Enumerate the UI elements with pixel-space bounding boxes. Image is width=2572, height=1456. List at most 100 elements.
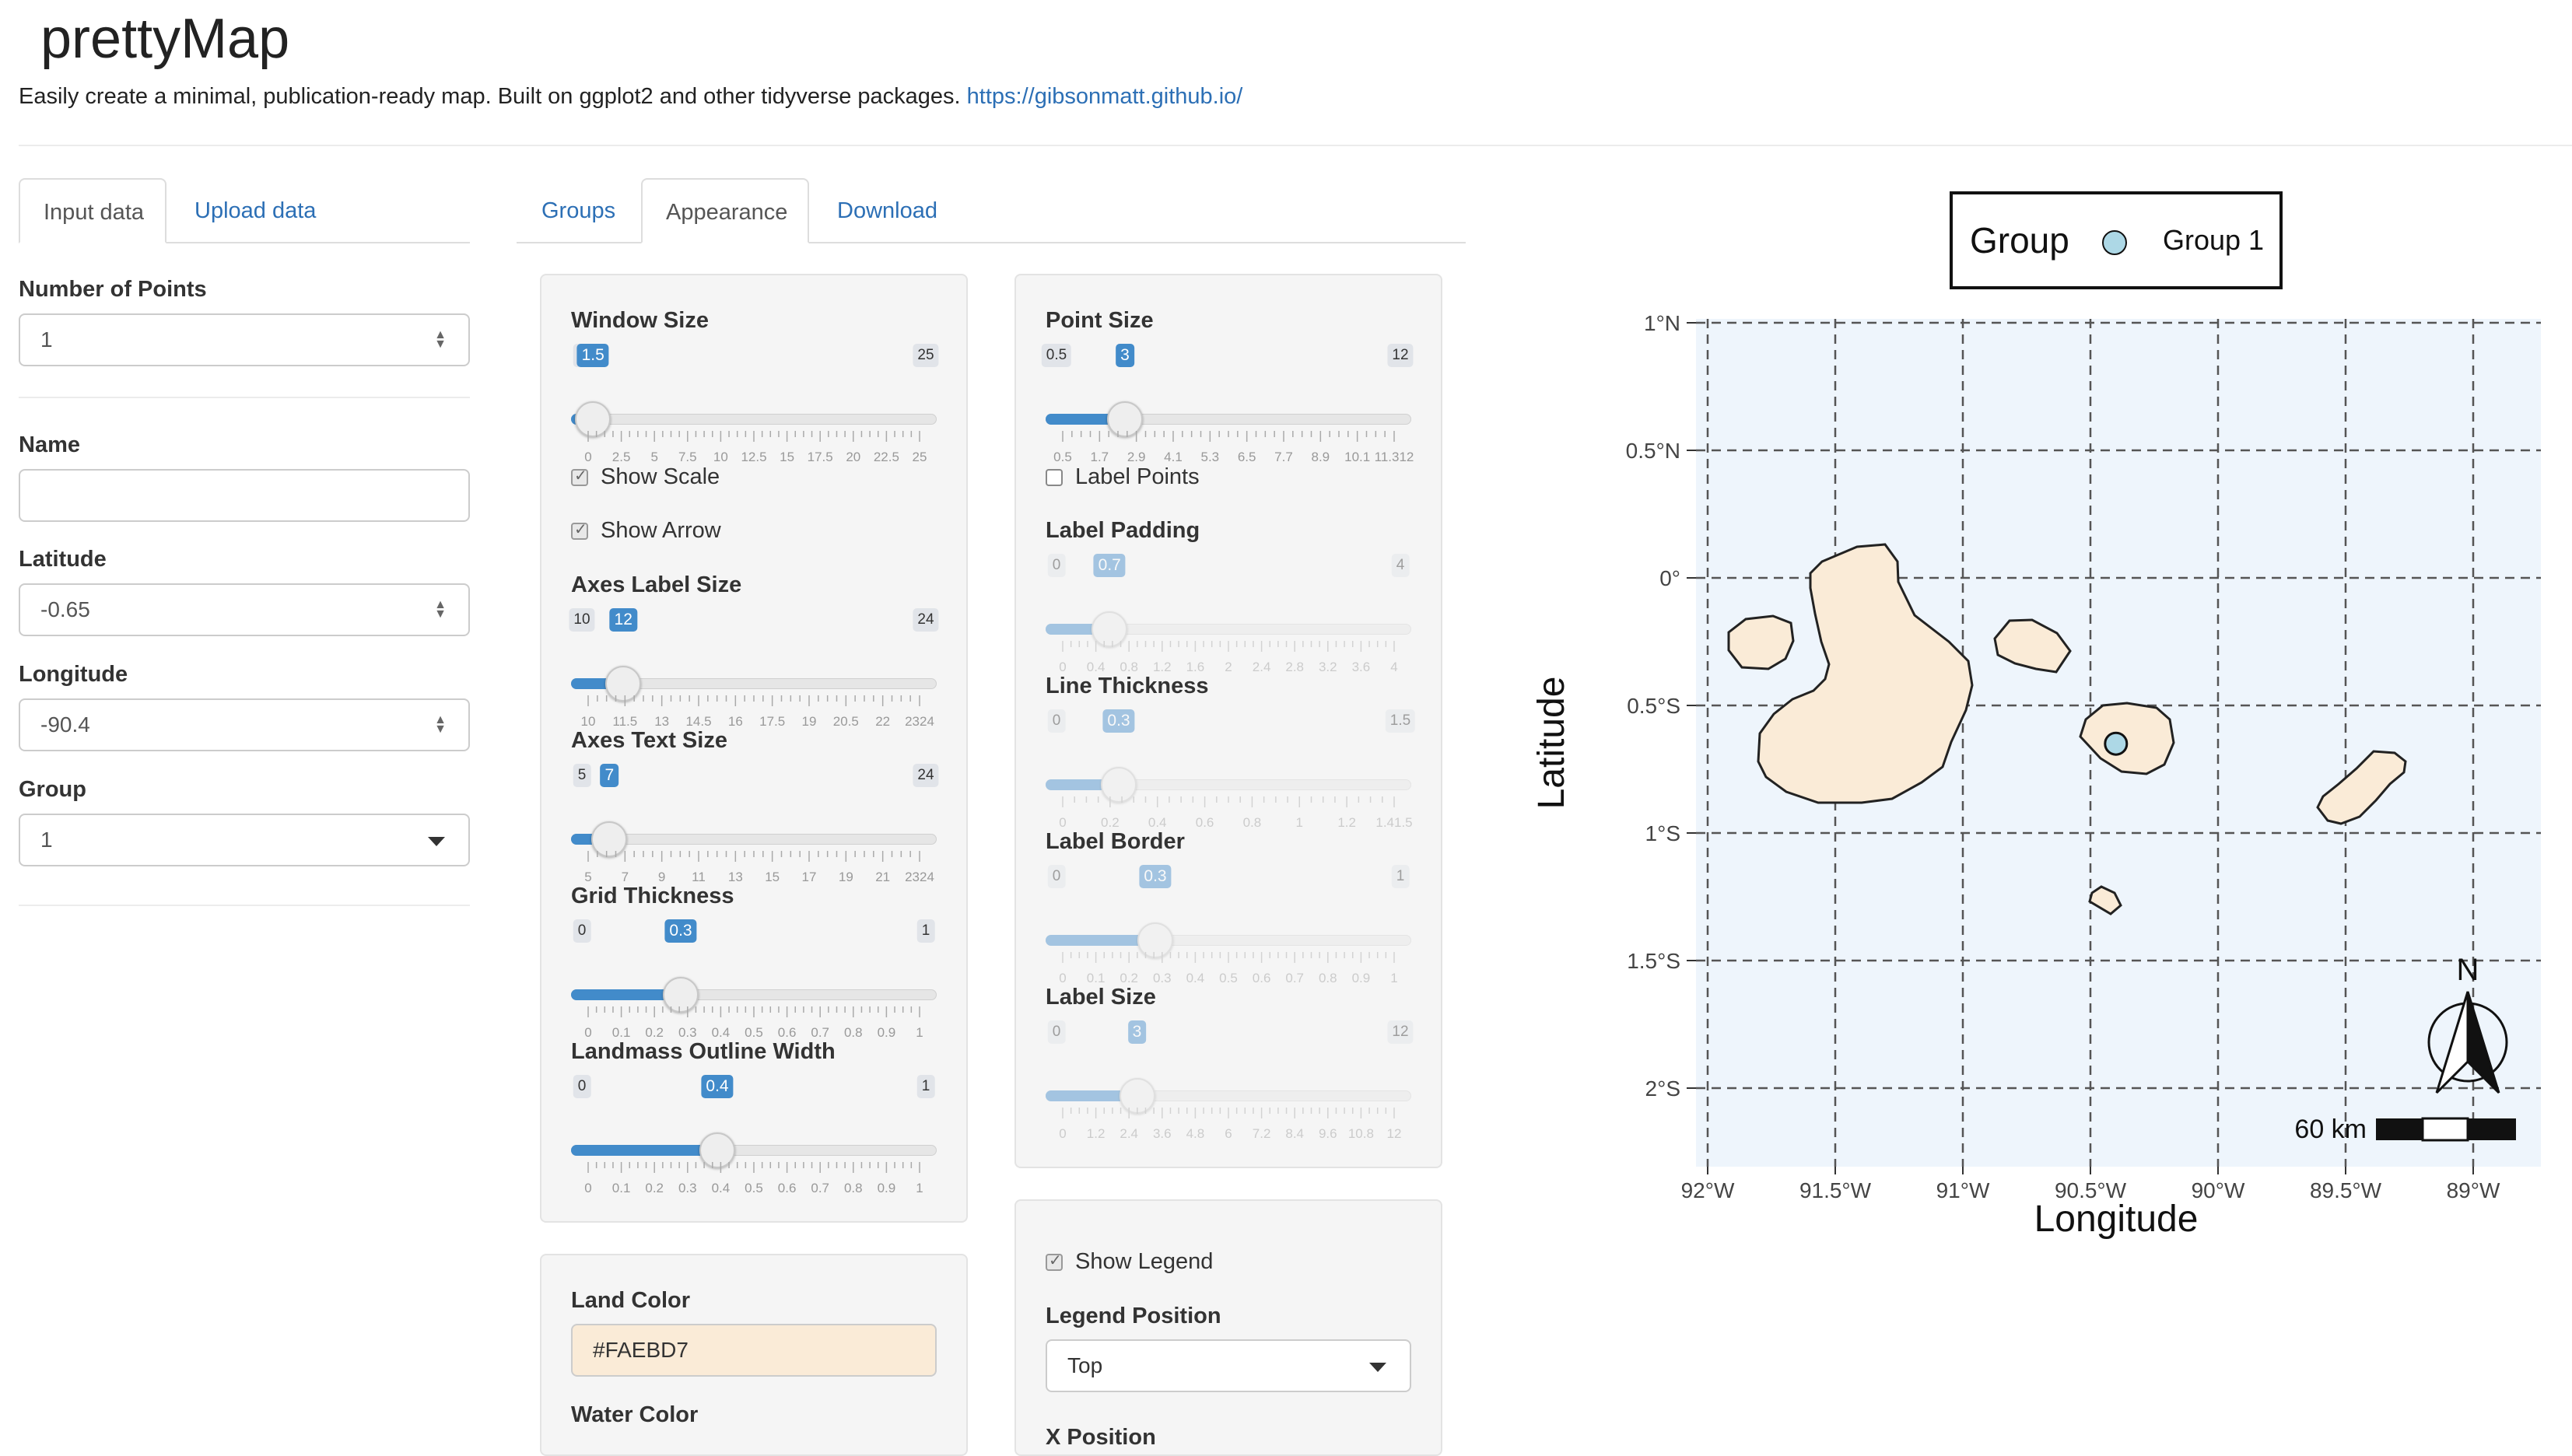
window-size-slider[interactable]: 0251.502.557.51012.51517.52022.525 — [571, 344, 939, 464]
show-legend-checkbox[interactable]: Show Legend — [1046, 1249, 1213, 1275]
slider-tick-label: 21 — [875, 870, 891, 884]
slider-tick-label: 0.4 — [711, 1025, 731, 1040]
chevron-down-icon — [428, 837, 445, 846]
latitude-value: -0.65 — [40, 597, 90, 621]
num-points-label: Number of Points — [19, 277, 207, 302]
slider-value-label: 12 — [609, 608, 637, 632]
slider-tick-label: 0 — [1059, 971, 1067, 985]
name-input[interactable] — [19, 469, 470, 522]
tab-appearance[interactable]: Appearance — [641, 178, 809, 243]
slider-tick-label: 0 — [584, 450, 592, 464]
spinner-icon[interactable]: ▲ ▼ — [434, 599, 447, 621]
latitude-input[interactable]: -0.65 ▲ ▼ — [19, 583, 470, 636]
slider-max-label: 4 — [1391, 554, 1410, 577]
tab-upload-data[interactable]: Upload data — [171, 178, 339, 243]
slider-ticks — [1062, 431, 1395, 442]
slider-value-label: 0.4 — [701, 1075, 734, 1098]
slider-max-label: 24 — [913, 764, 939, 787]
legend-position-select[interactable]: Top — [1046, 1339, 1411, 1392]
slider-tick-label: 12 — [1386, 1126, 1402, 1141]
slider-tick-label: 7.5 — [678, 450, 697, 464]
slider-min-label: 0 — [1047, 865, 1066, 888]
header-divider — [19, 145, 2572, 146]
slider-ticks — [1062, 952, 1395, 963]
group-select[interactable]: 1 — [19, 814, 470, 866]
grid-thickness-label: Grid Thickness — [571, 884, 734, 908]
slider-tick-label: 12.5 — [741, 450, 767, 464]
num-points-value: 1 — [40, 327, 53, 352]
slider-tick-label: 0.5 — [745, 1025, 763, 1040]
show-arrow-checkbox[interactable]: Show Arrow — [571, 518, 721, 544]
tab-input-data[interactable]: Input data — [19, 178, 166, 243]
slider-tick-label: 0.6 — [777, 1181, 797, 1195]
water-color-label: Water Color — [571, 1402, 699, 1427]
slider-tick-label: 0.2 — [1101, 815, 1120, 830]
slider-ticks — [1062, 641, 1395, 652]
landmass-outline-slider[interactable]: 0 1 0.4 0 0.1 0.2 0.3 0.4 0.5 0.6 0.7 0.8 0.9 1 — [571, 1075, 937, 1195]
show-scale-checkbox[interactable]: Show Scale — [571, 464, 720, 490]
land-color-input[interactable]: #FAEBD7 — [571, 1324, 937, 1377]
label-border-slider[interactable]: 0 1 0.3 0 0.1 0.2 0.3 0.4 0.5 0.6 0.7 0.8 0.9 1 — [1046, 865, 1411, 985]
grid-thickness-slider[interactable]: 0 1 0.3 0 0.1 0.2 0.3 0.4 0.5 0.6 0.7 0.8 0.9 1 — [571, 919, 937, 1040]
form-divider-bottom — [19, 905, 470, 906]
line-thickness-slider[interactable]: 0 1.5 0.3 0 0.2 0.4 0.6 0.8 1 1.2 1.41.5 — [1046, 709, 1416, 830]
slider-tick-label: 22.5 — [873, 450, 899, 464]
y-tick-label: 0.5°S — [1627, 694, 1680, 718]
spinner-icon[interactable]: ▲ ▼ — [434, 714, 447, 736]
tab-download[interactable]: Download — [814, 178, 961, 243]
name-label: Name — [19, 432, 80, 457]
slider-tick-label: 16 — [727, 714, 743, 729]
checkbox-icon[interactable] — [1046, 469, 1063, 486]
slider-tick-label: 7.7 — [1274, 450, 1293, 464]
label-points-checkbox[interactable]: Label Points — [1046, 464, 1200, 490]
slider-tick-label: 0.5 — [745, 1181, 763, 1195]
slider-tick-label: 0.9 — [877, 1025, 896, 1040]
axes-text-size-slider[interactable]: 5 24 7 5 7 9 11 13 15 17 19 21 2324 — [571, 764, 939, 884]
x-position-label: X Position — [1046, 1425, 1156, 1450]
slider-tick-label: 0.6 — [1195, 815, 1214, 830]
slider-tick-label: 0.4 — [711, 1181, 731, 1195]
slider-tick-label: 14.5 — [685, 714, 712, 729]
window-size-label: Window Size — [571, 308, 709, 333]
slider-tick-label: 1 — [916, 1025, 923, 1040]
slider-track — [571, 414, 937, 425]
label-padding-slider[interactable]: 0 4 0.7 0 0.4 0.8 1.2 1.6 2 2.4 2.8 3.2 3.6 4 — [1046, 554, 1411, 674]
slider-tick-label: 7.2 — [1252, 1126, 1271, 1141]
slider-tick-label: 2.8 — [1285, 660, 1305, 674]
slider-tick-label: 1 — [916, 1181, 923, 1195]
axes-label-size-label: Axes Label Size — [571, 572, 742, 597]
longitude-input[interactable]: -90.4 ▲ ▼ — [19, 698, 470, 751]
point-size-slider[interactable]: 0.5 12 3 0.5 1.7 2.9 4.1 5.3 6.5 7.7 8.9 10.1 11.312 — [1041, 344, 1414, 464]
slider-tick-label: 19 — [838, 870, 853, 884]
tab-groups[interactable]: Groups — [518, 178, 639, 243]
slider-tick-label: 0.2 — [645, 1025, 664, 1040]
checkbox-icon[interactable] — [571, 520, 588, 540]
slider-tick-label: 4.1 — [1164, 450, 1183, 464]
checkbox-icon[interactable] — [1046, 1251, 1063, 1271]
slider-tick-label: 2.4 — [1120, 1126, 1139, 1141]
slider-tick-label: 7 — [621, 870, 629, 884]
legend-position-label: Legend Position — [1046, 1304, 1221, 1328]
label-points-label: Label Points — [1075, 464, 1200, 489]
slider-tick-label: 11 — [692, 870, 706, 884]
legend-title: Group — [1970, 220, 2069, 261]
y-tick-label: 0° — [1659, 566, 1680, 590]
slider-tick-label: 20 — [846, 450, 861, 464]
slider-tick-label: 0.3 — [1152, 971, 1172, 985]
slider-ticks — [587, 1162, 920, 1173]
spinner-icon[interactable]: ▲ ▼ — [434, 329, 447, 351]
label-size-slider[interactable]: 0 12 3 0 1.2 2.4 3.6 4.8 6 7.2 8.4 9.6 10.8 12 — [1046, 1020, 1414, 1141]
slider-value-label: 0.3 — [664, 919, 697, 943]
slider-tick-label: 0.5 — [1219, 971, 1238, 985]
author-link[interactable]: https://gibsonmatt.github.io/ — [967, 84, 1243, 109]
y-tick-label: 2°S — [1645, 1076, 1680, 1101]
slider-max-label: 12 — [1387, 1020, 1414, 1044]
slider-tick-label: 0.1 — [611, 1025, 631, 1040]
num-points-input[interactable]: 1 ▲ ▼ — [19, 313, 470, 366]
line-thickness-label: Line Thickness — [1046, 674, 1209, 698]
slider-tick-label: 0.7 — [1285, 971, 1305, 985]
checkbox-icon[interactable] — [571, 466, 588, 486]
x-tick-label: 92°W — [1681, 1178, 1735, 1202]
slider-tick-label: 0 — [584, 1025, 592, 1040]
axes-label-size-slider[interactable]: 10 24 12 10 11.5 13 14.5 16 17.5 19 20.5 22 2324 — [569, 608, 939, 729]
